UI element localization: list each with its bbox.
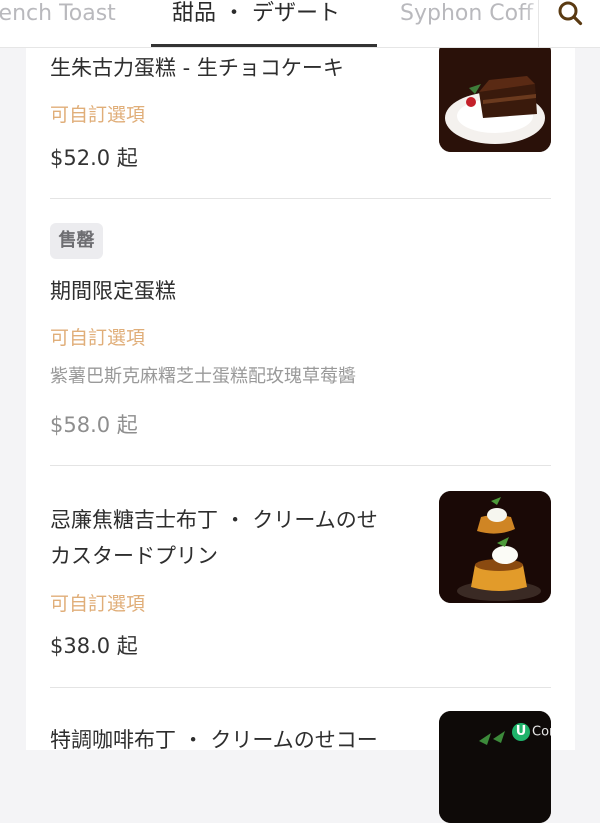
- watermark-text: Com: [532, 724, 562, 740]
- customizable-label: 可自訂選項: [50, 593, 146, 615]
- item-name: 期間限定蛋糕: [50, 279, 176, 303]
- item-name-line-2: カスタードプリン: [50, 544, 218, 568]
- menu-item-list: 生朱古力蛋糕 - 生チョコケーキ 可自訂選項 $52.0 起 售罄 期間限定蛋糕…: [26, 0, 575, 823]
- item-name: 特調咖啡布丁 ・ クリームのせコー: [50, 728, 378, 752]
- item-price: $58.0 起: [50, 413, 138, 437]
- custard-pudding-image: [439, 491, 551, 603]
- active-tab-indicator: [151, 44, 377, 47]
- watermark-u-icon: U: [512, 723, 530, 741]
- customizable-label: 可自訂選項: [50, 327, 146, 349]
- item-divider: [50, 687, 551, 688]
- item-price: $38.0 起: [50, 634, 138, 658]
- watermark-logo: U Com: [512, 723, 562, 745]
- item-divider: [50, 465, 551, 466]
- tab-desserts[interactable]: 甜品 ・ デザート: [172, 0, 340, 47]
- chocolate-cake-image: [439, 40, 551, 152]
- item-name: 生朱古力蛋糕 - 生チョコケーキ: [50, 56, 344, 80]
- item-divider: [50, 198, 551, 199]
- category-tab-bar: rench Toast 甜品 ・ デザート Syphon Coff: [0, 0, 600, 48]
- search-icon: [558, 1, 583, 26]
- sold-out-badge: 售罄: [50, 223, 103, 259]
- search-button[interactable]: [538, 0, 600, 47]
- customizable-label: 可自訂選項: [50, 104, 146, 126]
- tab-french-toast[interactable]: rench Toast: [0, 0, 116, 47]
- item-name-line-1: 忌廉焦糖吉士布丁 ・ クリームのせ: [50, 508, 378, 532]
- item-description: 紫薯巴斯克麻糬芝士蛋糕配玫瑰草莓醬: [50, 366, 356, 387]
- tab-syphon-coffee[interactable]: Syphon Coff: [400, 0, 533, 47]
- item-price: $52.0 起: [50, 146, 138, 170]
